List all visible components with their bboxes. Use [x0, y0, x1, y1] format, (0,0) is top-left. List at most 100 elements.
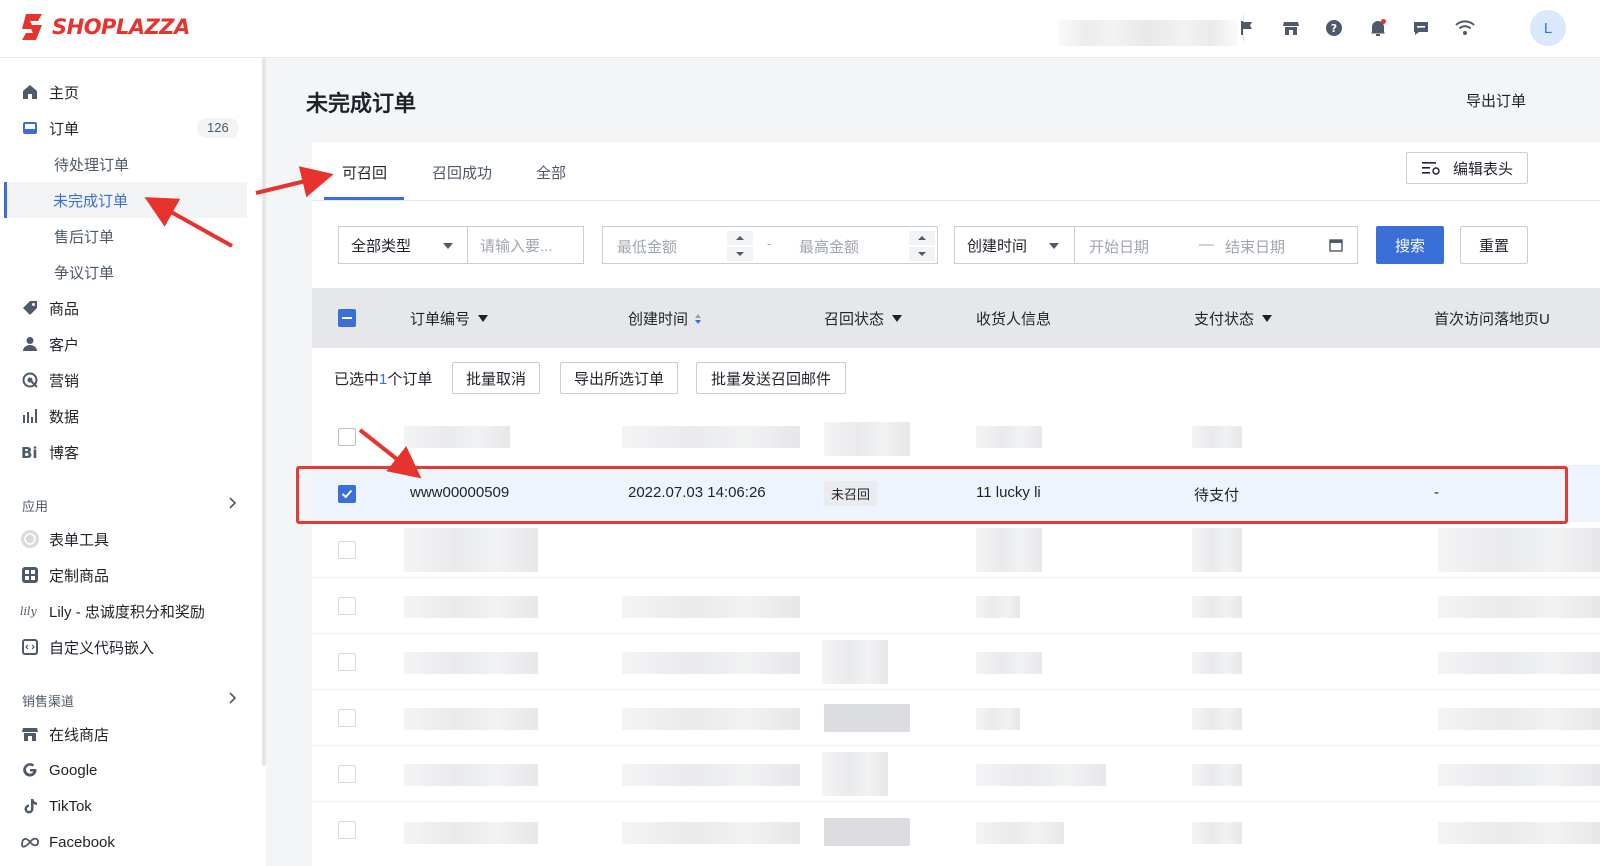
column-payment-status[interactable]: 支付状态 [1194, 308, 1273, 329]
amount-range-separator: - [767, 236, 772, 251]
sidebar-item-products[interactable]: 商品 [0, 290, 252, 326]
edit-header-button[interactable]: 编辑表头 [1406, 152, 1528, 184]
sidebar-item-label: 售后订单 [54, 228, 115, 246]
store-icon[interactable] [1279, 16, 1303, 40]
sidebar-channel-online-store[interactable]: 在线商店 [0, 716, 252, 752]
blurred-cell [1438, 528, 1600, 572]
blurred-cell [976, 528, 1042, 572]
blurred-cell [1192, 528, 1242, 572]
table-row[interactable] [312, 408, 1600, 466]
sidebar-app-lily[interactable]: lily Lily - 忠诚度积分和奖励 [0, 593, 252, 629]
sidebar-app-custom-product[interactable]: 定制商品 [0, 557, 252, 593]
column-order-id[interactable]: 订单编号 [410, 308, 489, 329]
sidebar-item-orders[interactable]: 订单 126 [0, 110, 252, 146]
min-amount-field[interactable]: 最低金额 [617, 236, 677, 257]
blog-icon: Bi [20, 442, 40, 462]
edit-header-label: 编辑表头 [1452, 160, 1513, 178]
table-row[interactable] [312, 802, 1600, 866]
sidebar-app-custom-code[interactable]: 自定义代码嵌入 [0, 629, 252, 665]
column-recipient: 收货人信息 [976, 308, 1051, 329]
tab-all[interactable]: 全部 [536, 162, 566, 183]
home-icon [20, 82, 40, 102]
table-row[interactable] [312, 746, 1600, 802]
sidebar-item-dispute-orders[interactable]: 争议订单 [0, 254, 252, 290]
highlight-box [296, 466, 1568, 524]
export-selected-button[interactable]: 导出所选订单 [560, 362, 678, 394]
bulk-cancel-button[interactable]: 批量取消 [452, 362, 540, 394]
keyword-input[interactable]: 请输入要... [467, 226, 584, 264]
bell-icon[interactable] [1366, 16, 1390, 40]
column-label: 召回状态 [824, 311, 885, 328]
chevron-right-icon[interactable] [228, 496, 238, 514]
tiktok-icon [20, 796, 40, 816]
reset-button[interactable]: 重置 [1460, 226, 1528, 264]
blurred-cell [1438, 652, 1600, 674]
row-checkbox[interactable] [338, 765, 356, 783]
sidebar-channel-facebook[interactable]: Facebook [0, 824, 252, 860]
start-date-field[interactable]: 开始日期 [1089, 236, 1149, 257]
column-created-time[interactable]: 创建时间 [628, 308, 702, 329]
table-row[interactable] [312, 690, 1600, 746]
sidebar-item-label: 自定义代码嵌入 [49, 639, 155, 657]
select-all-checkbox[interactable] [338, 309, 356, 327]
search-button[interactable]: 搜索 [1376, 226, 1444, 264]
sidebar-item-customers[interactable]: 客户 [0, 326, 252, 362]
sidebar-item-pending-orders[interactable]: 待处理订单 [0, 146, 252, 182]
sidebar-channel-google[interactable]: Google [0, 752, 252, 788]
date-field-select[interactable]: 创建时间 [954, 226, 1076, 264]
date-range-picker[interactable]: 开始日期 — 结束日期 [1074, 226, 1358, 264]
row-checkbox[interactable] [338, 597, 356, 615]
column-recall-status[interactable]: 召回状态 [824, 308, 903, 329]
sidebar: 主页 订单 126 待处理订单 未完成订单 售后订单 争议订单 商品 客户 营销… [0, 58, 262, 866]
tab-recall-success[interactable]: 召回成功 [432, 162, 492, 183]
export-orders-button[interactable]: 导出订单 [1466, 90, 1526, 111]
sidebar-item-label: 未完成订单 [53, 192, 129, 210]
apps-section-title: 应用 [22, 499, 49, 514]
blurred-cell [1192, 708, 1242, 730]
max-amount-field[interactable]: 最高金额 [799, 236, 859, 257]
blurred-cell [622, 708, 800, 730]
table-row[interactable] [312, 522, 1600, 578]
number-stepper-icon[interactable] [727, 231, 753, 261]
row-checkbox[interactable] [338, 428, 356, 446]
table-row[interactable] [312, 634, 1600, 690]
row-checkbox[interactable] [338, 653, 356, 671]
sidebar-item-analytics[interactable]: 数据 [0, 398, 252, 434]
sidebar-item-aftersale-orders[interactable]: 售后订单 [0, 218, 252, 254]
tab-recallable[interactable]: 可召回 [342, 162, 387, 183]
blurred-cell [976, 426, 1042, 448]
row-checkbox[interactable] [338, 709, 356, 727]
sidebar-item-blog[interactable]: Bi 博客 [0, 434, 252, 470]
calendar-icon[interactable] [1329, 238, 1343, 252]
row-checkbox[interactable] [338, 541, 356, 559]
sidebar-item-home[interactable]: 主页 [0, 74, 252, 110]
flag-icon[interactable] [1235, 16, 1259, 40]
bulk-send-recall-email-button[interactable]: 批量发送召回邮件 [696, 362, 846, 394]
chevron-right-icon[interactable] [228, 691, 238, 709]
blurred-cell [404, 596, 538, 618]
table-header: 订单编号 创建时间 召回状态 收货人信息 支付状态 首次访问落地页U [312, 288, 1600, 348]
sidebar-item-label: 定制商品 [49, 567, 110, 585]
order-type-select[interactable]: 全部类型 [338, 226, 468, 264]
sidebar-item-abandoned-orders[interactable]: 未完成订单 [4, 182, 247, 218]
help-icon[interactable]: ? [1322, 16, 1346, 40]
amount-range-input[interactable]: 最低金额 - 最高金额 [602, 226, 938, 264]
message-icon[interactable] [1409, 16, 1433, 40]
wifi-icon[interactable] [1453, 16, 1477, 40]
dropdown-caret-icon [478, 315, 489, 322]
shoplazza-logo[interactable]: SHOPLAZZA [20, 12, 190, 42]
date-field-value: 创建时间 [967, 237, 1028, 255]
avatar[interactable]: L [1530, 10, 1566, 46]
table-row[interactable] [312, 578, 1600, 634]
sidebar-item-marketing[interactable]: 营销 [0, 362, 252, 398]
sidebar-item-label: TikTok [49, 797, 92, 815]
dropdown-caret-icon [1262, 315, 1273, 322]
sidebar-app-form-tool[interactable]: 表单工具 [0, 521, 252, 557]
column-label: 收货人信息 [976, 311, 1052, 328]
sidebar-channel-tiktok[interactable]: TikTok [0, 788, 252, 824]
row-checkbox[interactable] [338, 821, 356, 839]
end-date-field[interactable]: 结束日期 [1225, 236, 1285, 257]
number-stepper-icon[interactable] [909, 231, 935, 261]
store-name-blurred[interactable] [1058, 20, 1238, 46]
main-content: 未完成订单 导出订单 可召回 召回成功 全部 编辑表头 全部类型 请输入要...… [266, 58, 1600, 866]
